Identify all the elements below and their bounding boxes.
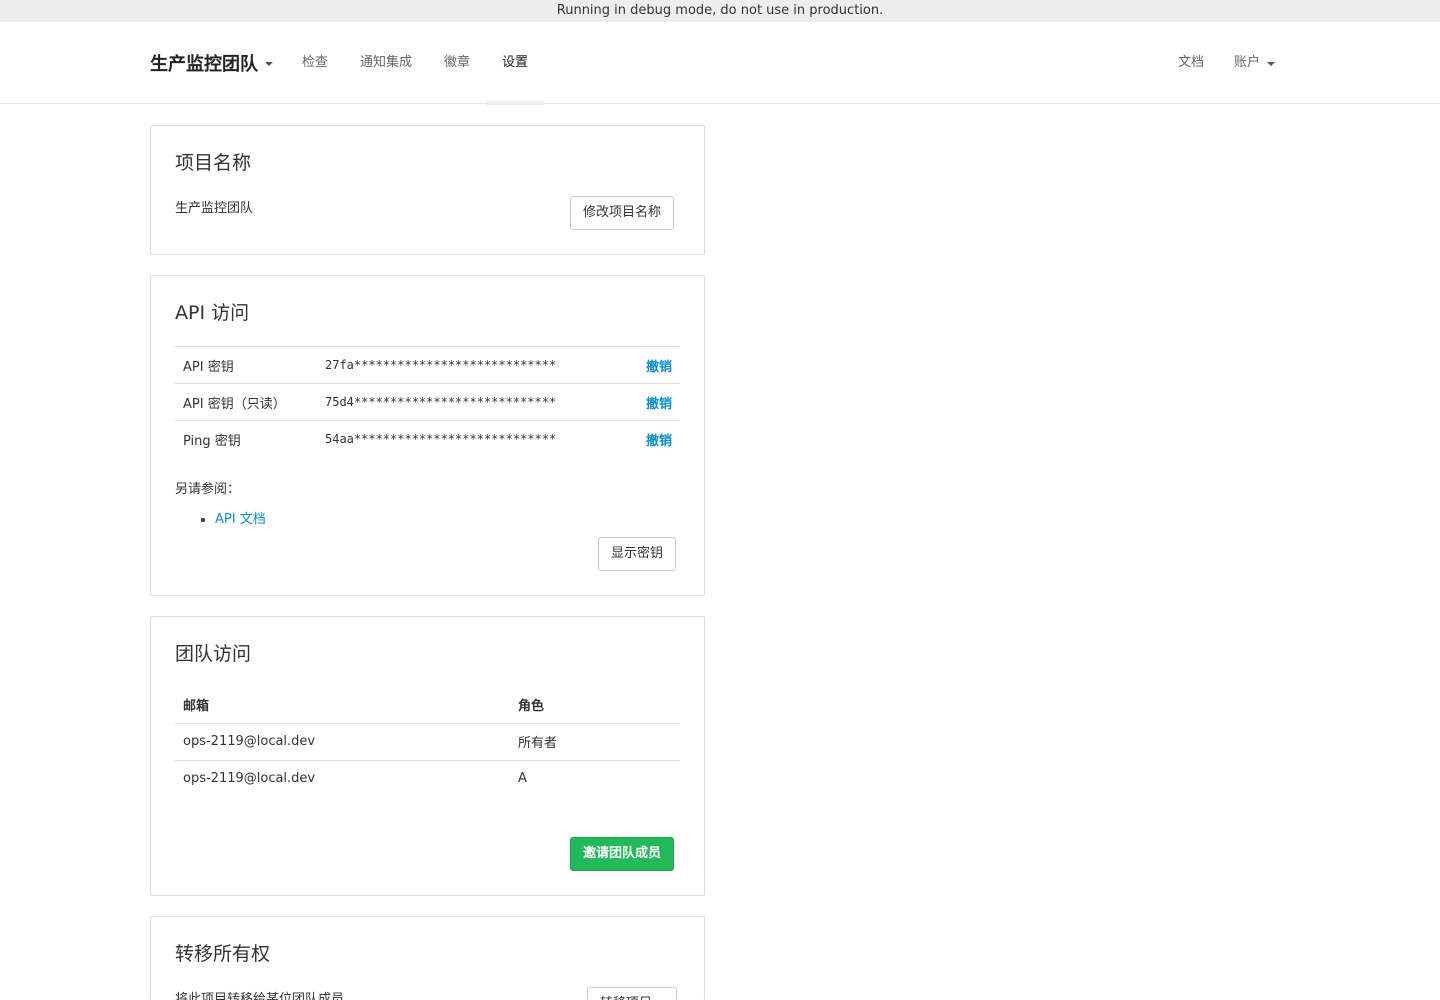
nav-checks[interactable]: 检查: [286, 22, 344, 104]
revoke-api-key-link[interactable]: 撤销: [646, 360, 672, 375]
see-also-label: 另请参阅：: [175, 482, 241, 497]
caret-down-icon: [265, 62, 273, 66]
debug-banner: Running in debug mode, do not use in pro…: [0, 0, 1440, 22]
member-role: 所有者: [510, 723, 680, 761]
show-keys-button[interactable]: 显示密钥: [598, 537, 677, 571]
key-value: 54aa****************************: [325, 420, 620, 458]
transfer-ownership-panel: 转移所有权 将此项目转移给某位团队成员 转移项目...: [150, 916, 705, 1000]
key-label: API 密钥（只读）: [175, 383, 325, 421]
nav-right: 文档 账户: [1163, 22, 1290, 104]
table-header-row: 邮箱 角色: [175, 687, 680, 724]
list-item: API 文档: [215, 508, 266, 527]
table-row: Ping 密钥 54aa****************************…: [175, 420, 680, 458]
nav-settings[interactable]: 设置: [486, 22, 545, 105]
team-table: 邮箱 角色 ops-2119@local.dev 所有者 ops-2119@lo…: [175, 687, 680, 797]
invite-member-button[interactable]: 邀请团队成员: [570, 837, 675, 871]
table-row: API 密钥（只读） 75d4*************************…: [175, 383, 680, 421]
panel-title: 项目名称: [175, 152, 252, 174]
revoke-readonly-key-link[interactable]: 撤销: [646, 397, 672, 412]
project-name-value: 生产监控团队: [175, 201, 254, 216]
panel-title: API 访问: [175, 302, 250, 324]
main-nav: 检查 通知集成 徽章 设置: [286, 22, 545, 105]
panel-title: 转移所有权: [175, 943, 271, 965]
caret-down-icon: [1267, 62, 1275, 66]
team-access-panel: 团队访问 邮箱 角色 ops-2119@local.dev 所有者 ops-21…: [150, 616, 705, 896]
panel-title: 团队访问: [175, 643, 252, 665]
table-row: API 密钥 27fa**************************** …: [175, 346, 680, 384]
member-email: ops-2119@local.dev: [183, 771, 316, 787]
project-name-panel: 项目名称 生产监控团队 修改项目名称: [150, 125, 705, 255]
rename-project-button[interactable]: 修改项目名称: [570, 196, 675, 230]
column-header-email: 邮箱: [175, 687, 510, 724]
key-value: 75d4****************************: [325, 383, 620, 421]
transfer-description: 将此项目转移给某位团队成员: [175, 992, 345, 1000]
member-role: A: [518, 771, 527, 787]
top-navbar: 生产监控团队 检查 通知集成 徽章 设置 文档 账户: [0, 22, 1440, 105]
api-access-panel: API 访问 API 密钥 27fa**********************…: [150, 275, 705, 596]
project-switcher-label: 生产监控团队: [150, 54, 258, 75]
transfer-project-button[interactable]: 转移项目...: [587, 987, 678, 1000]
table-row: ops-2119@local.dev A: [175, 760, 680, 797]
nav-account[interactable]: 账户: [1219, 22, 1290, 104]
column-header-role: 角色: [510, 687, 680, 724]
api-docs-link[interactable]: API 文档: [215, 512, 266, 527]
see-also-list: API 文档: [215, 508, 266, 527]
nav-docs[interactable]: 文档: [1163, 22, 1219, 104]
revoke-ping-key-link[interactable]: 撤销: [646, 434, 672, 449]
nav-badges[interactable]: 徽章: [428, 22, 486, 104]
key-value: 27fa****************************: [325, 346, 620, 384]
key-label: Ping 密钥: [175, 420, 325, 458]
project-switcher[interactable]: 生产监控团队: [150, 50, 273, 76]
table-row: ops-2119@local.dev 所有者: [175, 723, 680, 761]
nav-account-label: 账户: [1233, 55, 1260, 70]
member-email: ops-2119@local.dev: [175, 723, 510, 761]
api-keys-table: API 密钥 27fa**************************** …: [175, 346, 680, 458]
nav-integrations[interactable]: 通知集成: [344, 22, 428, 104]
key-label: API 密钥: [175, 346, 325, 384]
